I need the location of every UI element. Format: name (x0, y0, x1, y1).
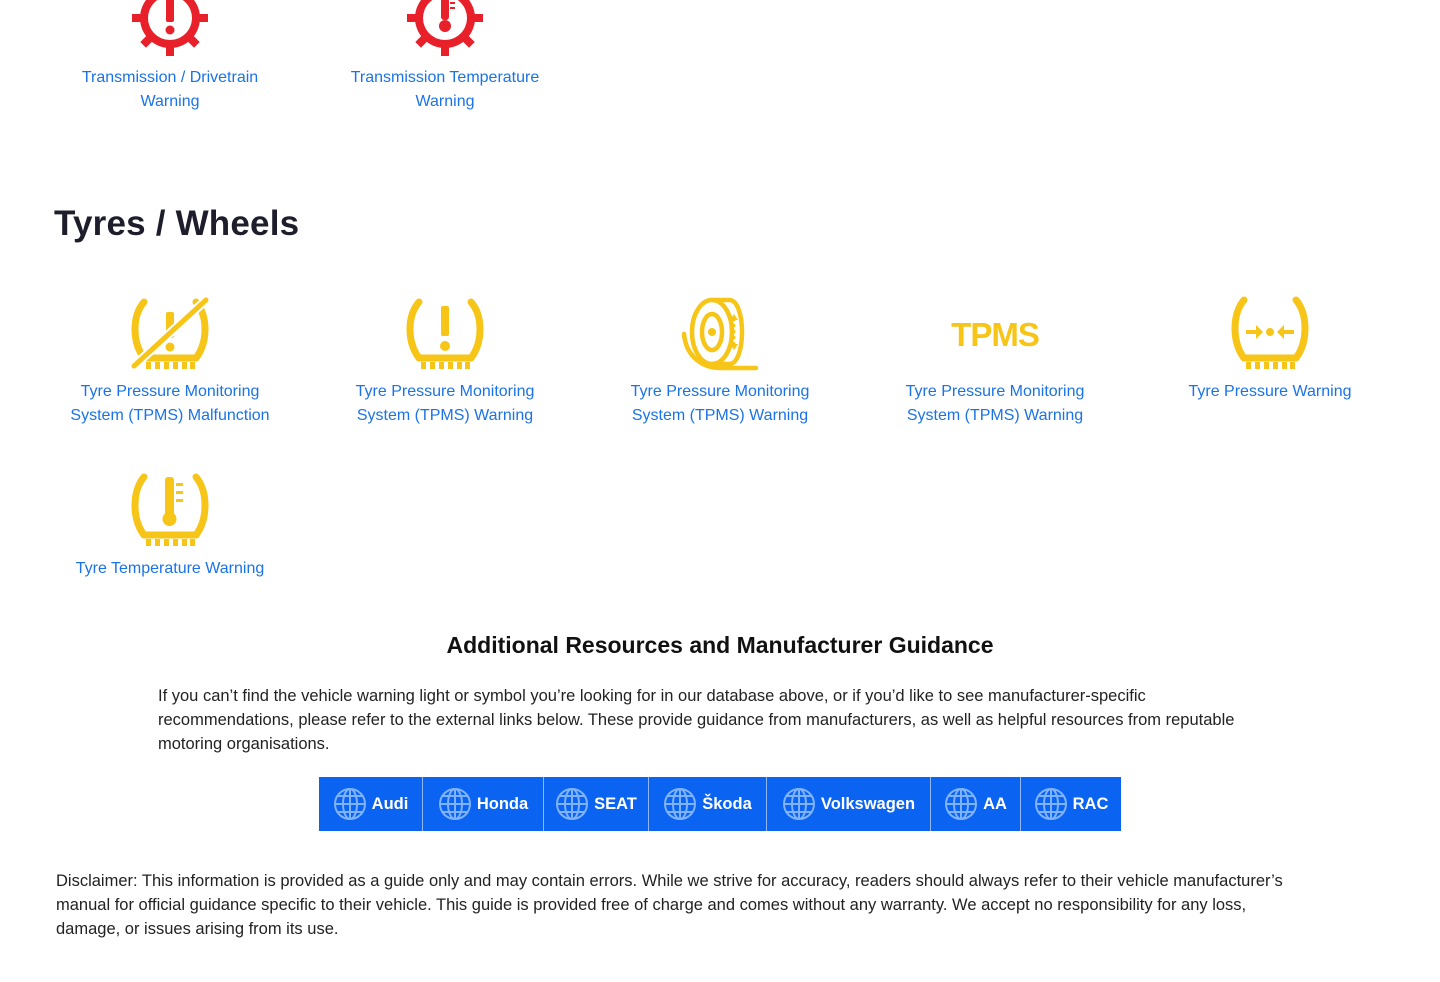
globe-icon (945, 788, 978, 820)
globe-icon (333, 788, 366, 820)
resource-link-label: Škoda (702, 794, 752, 813)
warning-item-tpms-warning[interactable]: Tyre Pressure Monitoring System (TPMS) W… (315, 294, 575, 428)
section-title-tyres-wheels: Tyres / Wheels (54, 204, 300, 243)
tpms-text-icon: TPMS (951, 316, 1040, 353)
gear-thermometer-icon (407, 0, 483, 56)
globe-icon (782, 788, 815, 820)
item-label-line1: Tyre Pressure Monitoring (355, 383, 535, 400)
item-label-line1: Transmission Temperature (350, 69, 540, 86)
resource-link-label: Audi (371, 794, 409, 813)
item-label-line1: Tyre Pressure Warning (1188, 383, 1352, 400)
warning-item-tpms-malfunction[interactable]: Tyre Pressure Monitoring System (TPMS) M… (40, 294, 300, 428)
globe-icon (556, 788, 589, 820)
tyre-exclamation-slash-icon (130, 296, 210, 370)
warning-item-transmission-temperature[interactable]: Transmission Temperature Warning (315, 0, 575, 114)
warning-item-tpms-warning-text[interactable]: TPMS Tyre Pressure Monitoring System (TP… (865, 294, 1125, 428)
resource-link-label: Honda (476, 794, 529, 813)
resource-link-aa[interactable]: AA (931, 777, 1021, 831)
tpms-icon-text: TPMS (951, 316, 1039, 353)
item-label-line1: Tyre Pressure Monitoring (630, 383, 810, 400)
resource-link-audi[interactable]: Audi (319, 777, 423, 831)
resource-links-bar: Audi Honda SEAT Škoda Volkswagen AA RAC (319, 777, 1121, 831)
warning-item-tyre-pressure[interactable]: Tyre Pressure Warning (1140, 294, 1400, 404)
gear-exclamation-icon (132, 0, 208, 56)
resource-link-skoda[interactable]: Škoda (649, 777, 767, 831)
item-label-line2: System (TPMS) Malfunction (70, 407, 270, 424)
item-label-line2: System (TPMS) Warning (356, 407, 534, 424)
globe-icon (438, 788, 471, 820)
warning-item-tyre-temperature[interactable]: Tyre Temperature Warning (40, 471, 300, 581)
resource-link-seat[interactable]: SEAT (544, 777, 649, 831)
resources-title: Additional Resources and Manufacturer Gu… (446, 632, 994, 658)
disclaimer-text: Disclaimer: This information is provided… (56, 872, 1283, 938)
resource-link-label: Volkswagen (820, 794, 916, 813)
item-label-line1: Transmission / Drivetrain (81, 69, 259, 86)
item-label-line1: Tyre Temperature Warning (75, 560, 265, 577)
warning-item-tpms-warning-tyre-side[interactable]: Tyre Pressure Monitoring System (TPMS) W… (590, 294, 850, 428)
resource-link-label: AA (983, 794, 1007, 813)
item-label-line2: System (TPMS) Warning (906, 407, 1084, 424)
resource-link-rac[interactable]: RAC (1021, 777, 1121, 831)
tyre-thermometer-icon (131, 473, 209, 546)
tyre-arrows-icon (1231, 296, 1309, 369)
item-label-line1: Tyre Pressure Monitoring (905, 383, 1085, 400)
globe-icon (1034, 788, 1067, 820)
tyre-side-icon (681, 297, 759, 371)
warning-item-transmission-drivetrain[interactable]: Transmission / Drivetrain Warning (40, 0, 300, 114)
tyre-exclamation-icon (406, 298, 484, 369)
resources-description: If you can’t find the vehicle warning li… (158, 687, 1235, 753)
resource-link-honda[interactable]: Honda (423, 777, 544, 831)
resource-link-label: SEAT (594, 794, 637, 813)
item-label-line2: System (TPMS) Warning (631, 407, 809, 424)
item-label-line2: Warning (140, 93, 200, 110)
resource-link-volkswagen[interactable]: Volkswagen (767, 777, 931, 831)
item-label-line1: Tyre Pressure Monitoring (80, 383, 260, 400)
globe-icon (664, 788, 697, 820)
item-label-line2: Warning (415, 93, 475, 110)
resource-link-label: RAC (1072, 794, 1109, 813)
